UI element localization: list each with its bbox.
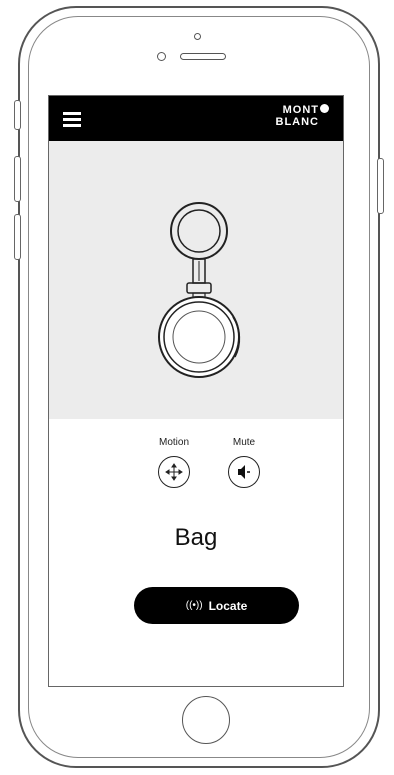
move-arrows-icon: [165, 463, 183, 481]
speaker-icon: [238, 465, 250, 479]
mute-button[interactable]: [228, 456, 260, 488]
locate-button[interactable]: ((•)) Locate: [134, 587, 299, 624]
mute-label: Mute: [232, 437, 256, 448]
front-camera: [194, 33, 201, 40]
proximity-sensor: [157, 52, 166, 61]
logo-line-2: BLANC: [275, 116, 319, 128]
tag-controls: Motion Mute: [49, 436, 343, 506]
hamburger-menu-icon[interactable]: [63, 110, 83, 128]
motion-button[interactable]: [158, 456, 190, 488]
volume-down-button: [14, 214, 21, 260]
locate-label: Locate: [208, 598, 248, 613]
silent-switch: [14, 100, 21, 130]
logo-line-1: MONT: [282, 104, 319, 116]
app-screen: MONT BLANC Motion Mute Bag ((•)) Locate: [48, 95, 344, 687]
logo-star-icon: [320, 104, 329, 113]
motion-label: Motion: [158, 437, 189, 448]
device-name: Bag: [174, 524, 218, 551]
home-button[interactable]: [182, 696, 230, 744]
power-button: [377, 158, 384, 214]
motion-control: Motion: [149, 436, 199, 488]
volume-up-button: [14, 156, 21, 202]
app-header: MONT BLANC: [49, 96, 343, 141]
earpiece-speaker: [180, 53, 226, 60]
mute-control: Mute: [221, 436, 267, 488]
signal-icon: ((•)): [185, 600, 203, 611]
device-image-area: [49, 141, 343, 419]
tracker-tag-illustration: [158, 202, 241, 378]
montblanc-logo: MONT BLANC: [265, 104, 329, 134]
